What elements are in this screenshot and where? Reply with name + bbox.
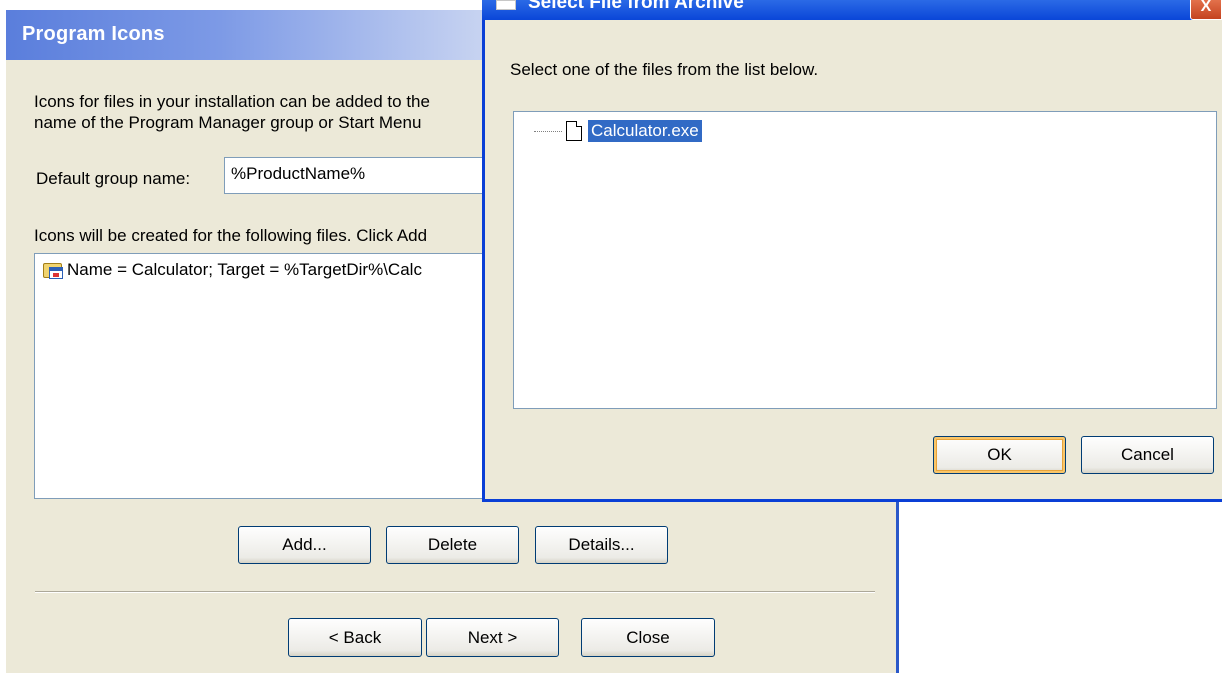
intro-text-line1: Icons for files in your installation can… (34, 92, 430, 111)
file-tree[interactable]: Calculator.exe (513, 111, 1217, 409)
details-button[interactable]: Details... (535, 526, 668, 564)
document-icon (566, 121, 582, 141)
back-button[interactable]: < Back (288, 618, 422, 657)
tree-item[interactable]: Calculator.exe (534, 120, 702, 142)
add-button[interactable]: Add... (238, 526, 371, 564)
list-item-label: Name = Calculator; Target = %TargetDir%\… (67, 260, 422, 279)
default-group-input[interactable]: %ProductName% (224, 157, 494, 194)
dialog-app-icon (496, 0, 516, 10)
ok-button[interactable]: OK (933, 436, 1066, 474)
next-button[interactable]: Next > (426, 618, 559, 657)
tree-item-label: Calculator.exe (588, 120, 702, 142)
dialog-body: Select one of the files from the list be… (485, 20, 1222, 499)
default-group-label: Default group name: (36, 169, 191, 188)
intro-text-line2: name of the Program Manager group or Sta… (34, 113, 422, 132)
list-item[interactable]: Name = Calculator; Target = %TargetDir%\… (43, 260, 422, 280)
separator (35, 591, 875, 593)
delete-button[interactable]: Delete (386, 526, 519, 564)
dialog-instruction: Select one of the files from the list be… (510, 60, 819, 79)
icons-instruction-text: Icons will be created for the following … (34, 226, 428, 245)
wizard-title: Program Icons (22, 23, 165, 45)
cancel-button[interactable]: Cancel (1081, 436, 1214, 474)
icons-list[interactable]: Name = Calculator; Target = %TargetDir%\… (34, 253, 494, 499)
dialog-titlebar[interactable]: Select File from Archive X (482, 0, 1222, 20)
wizard-header: Program Icons (6, 10, 482, 60)
shortcut-folder-icon (43, 260, 65, 280)
tree-connector (534, 130, 562, 132)
dialog-title: Select File from Archive (528, 0, 744, 13)
select-file-dialog: Select File from Archive X Select one of… (482, 0, 1222, 502)
close-icon[interactable]: X (1190, 0, 1222, 20)
close-button[interactable]: Close (581, 618, 715, 657)
